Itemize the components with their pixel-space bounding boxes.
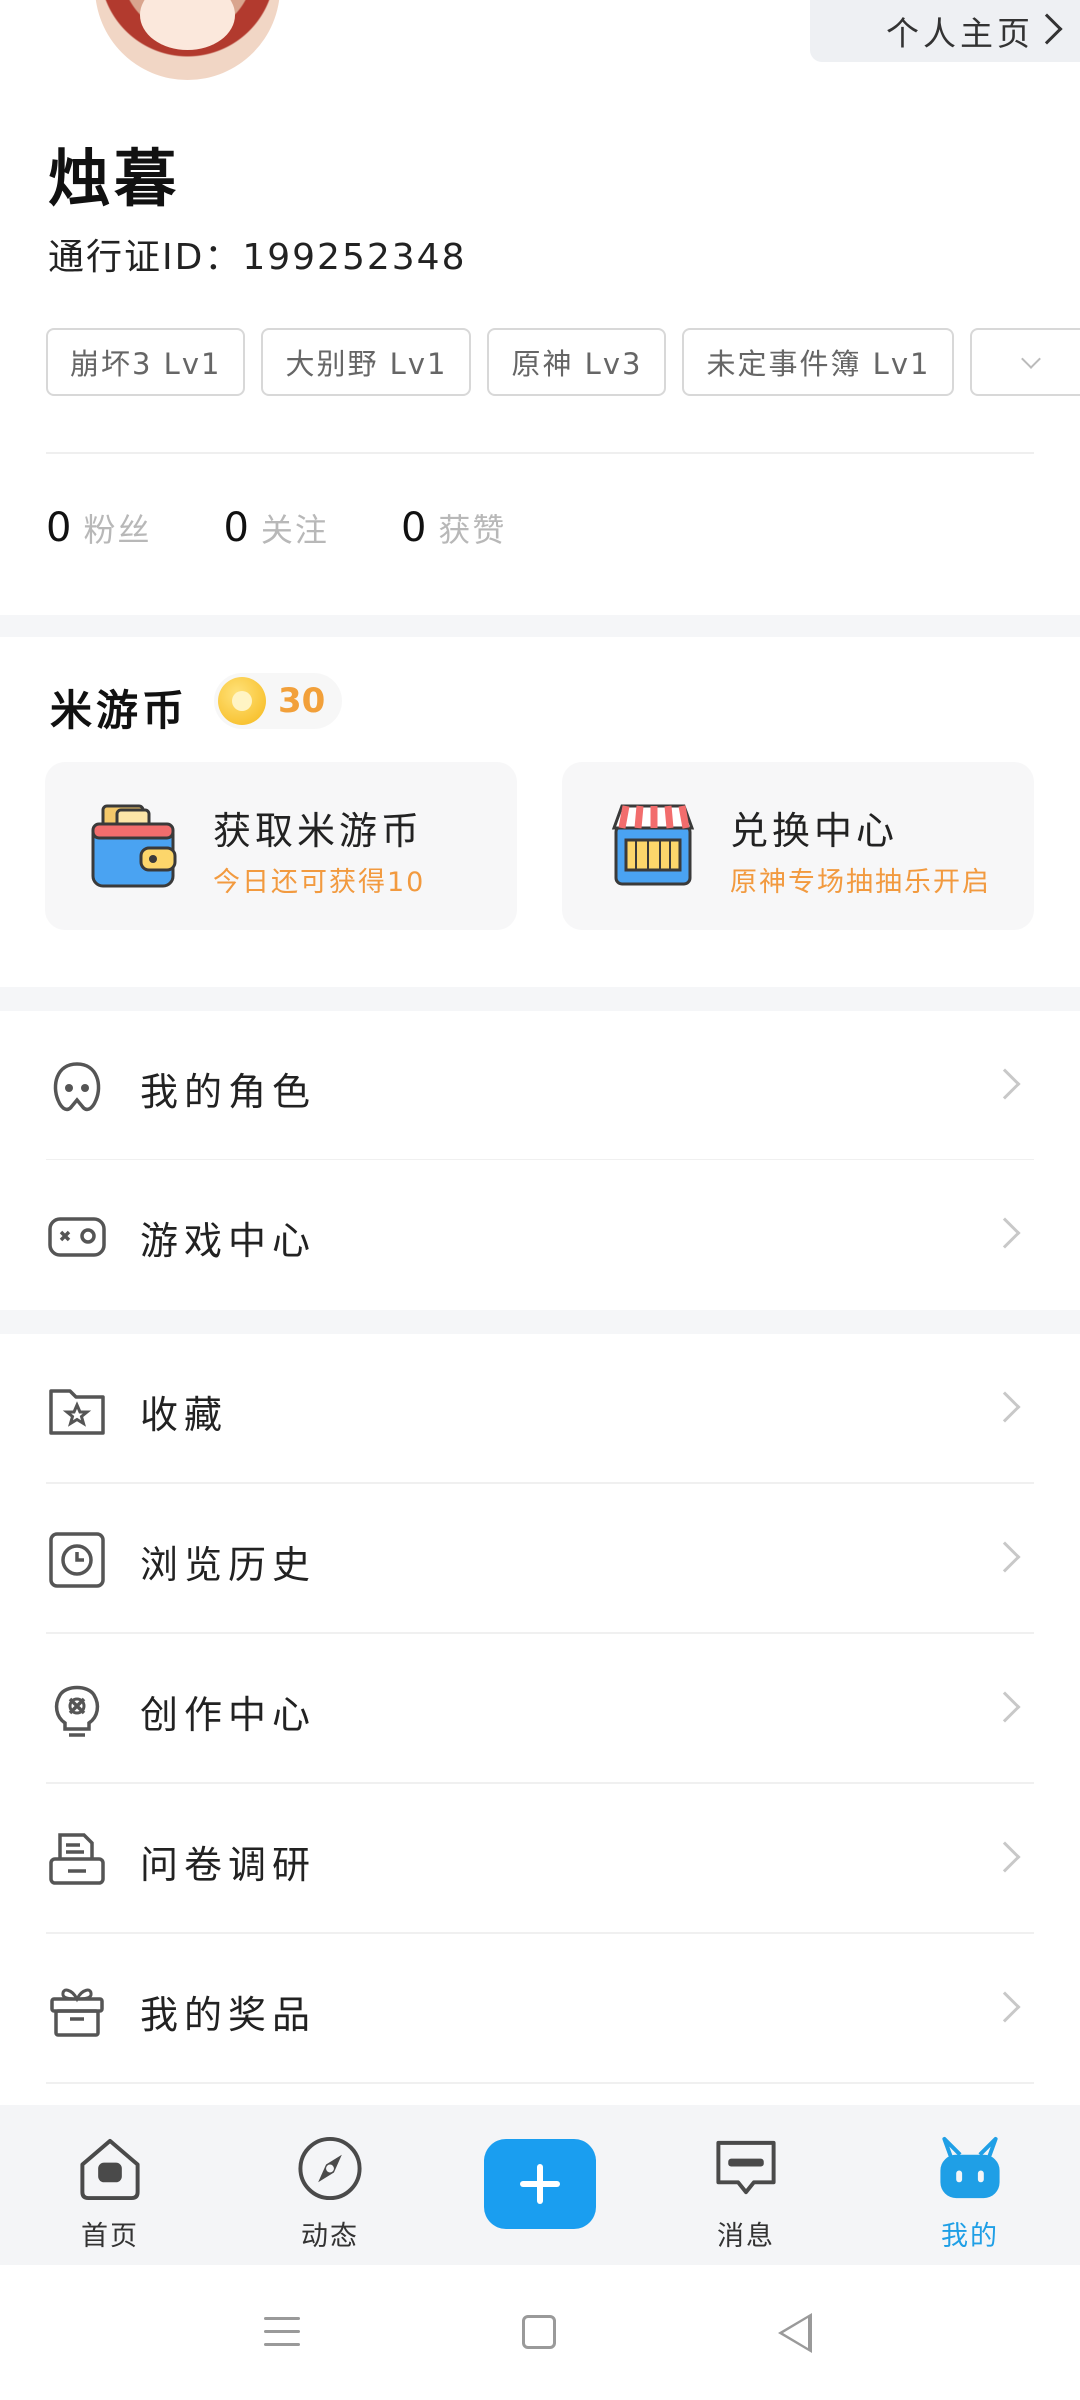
- nav-home-label: 首页: [81, 2221, 139, 2252]
- shop-icon: [611, 804, 695, 886]
- nav-messages-label: 消息: [717, 2221, 775, 2252]
- stat-likes[interactable]: 0 获赞: [401, 505, 506, 551]
- star-folder-icon: [49, 1389, 105, 1435]
- chevron-right-icon: [989, 1991, 1021, 2023]
- personal-homepage-button[interactable]: 个人主页: [810, 0, 1080, 62]
- avatar-face: [140, 0, 235, 50]
- exchange-center-card[interactable]: 兑换中心 原神专场抽抽乐开启: [562, 762, 1034, 930]
- create-post-button[interactable]: [484, 2139, 596, 2229]
- plus-icon-vertical: [537, 2164, 543, 2204]
- menu-item-creator-center[interactable]: 创作中心: [0, 1634, 1080, 1784]
- stat-following-count: 0: [223, 505, 249, 551]
- divider: [46, 2082, 1034, 2084]
- menu-item-browse-history[interactable]: 浏览历史: [0, 1484, 1080, 1634]
- menu-item-label: 收藏: [140, 1393, 229, 1437]
- chevron-right-icon: [989, 1217, 1021, 1249]
- profile-stats: 0 粉丝 0 关注 0 获赞: [46, 505, 506, 551]
- survey-icon: [49, 1833, 105, 1885]
- nav-me-label: 我的: [941, 2221, 999, 2252]
- expand-tags-button[interactable]: [970, 328, 1080, 396]
- nav-me[interactable]: 我的: [910, 2133, 1030, 2253]
- home-square-icon[interactable]: [522, 2315, 556, 2349]
- stat-likes-count: 0: [400, 505, 427, 551]
- menu-item-label: 我的角色: [140, 1070, 317, 1114]
- chevron-right-icon: [989, 1068, 1021, 1100]
- avatar[interactable]: [95, 0, 280, 80]
- get-coins-subtitle: 今日还可获得10: [213, 867, 426, 898]
- menu-item-game-center[interactable]: 游戏中心: [0, 1160, 1080, 1310]
- passport-id: 通行证ID：199252348: [48, 237, 467, 278]
- chevron-right-icon: [989, 1541, 1021, 1573]
- coin-section-title: 米游币: [50, 686, 189, 735]
- stat-likes-label: 获赞: [438, 511, 507, 549]
- exchange-center-title: 兑换中心: [730, 809, 899, 853]
- stat-followers-count: 0: [46, 505, 72, 551]
- chevron-right-icon: [1031, 13, 1063, 45]
- chevron-right-icon: [989, 1391, 1021, 1423]
- home-icon: [80, 2138, 140, 2201]
- clock-icon: [49, 1532, 105, 1588]
- game-level-tags: 崩坏3 Lv1 大别野 Lv1 原神 Lv3 未定事件簿 Lv1: [46, 328, 1080, 396]
- menu-item-label: 我的奖品: [140, 1993, 317, 2037]
- menu-item-favorites[interactable]: 收藏: [0, 1334, 1080, 1484]
- gift-icon: [50, 1988, 104, 2037]
- username: 烛暮: [48, 142, 181, 215]
- nav-messages[interactable]: 消息: [686, 2133, 806, 2253]
- nav-feed-label: 动态: [301, 2221, 359, 2252]
- wallet-icon: [91, 804, 177, 888]
- compass-icon: [298, 2136, 362, 2201]
- nav-home[interactable]: 首页: [50, 2133, 170, 2253]
- get-coins-title: 获取米游币: [213, 809, 424, 853]
- menu-item-label: 游戏中心: [140, 1219, 317, 1263]
- coin-section: 米游币 30 获取米游币 今日还可获得10 兑换中心 原神专场抽抽乐开启: [0, 637, 1080, 987]
- character-icon: [53, 1062, 101, 1112]
- section-gap: [0, 987, 1080, 1011]
- stat-following[interactable]: 0 关注: [223, 505, 328, 551]
- menu-item-label: 问卷调研: [140, 1843, 317, 1887]
- coin-count: 30: [278, 681, 326, 721]
- mascot-icon: [940, 2136, 1000, 2199]
- recent-apps-icon[interactable]: [264, 2317, 300, 2347]
- back-triangle-icon[interactable]: [778, 2313, 812, 2353]
- chevron-right-icon: [989, 1691, 1021, 1723]
- system-navigation-bar: [0, 2265, 1080, 2400]
- section-gap: [0, 1310, 1080, 1334]
- menu-item-survey[interactable]: 问卷调研: [0, 1784, 1080, 1934]
- gamepad-icon: [48, 1217, 106, 1257]
- message-icon: [716, 2140, 776, 2195]
- divider: [46, 452, 1034, 454]
- menu-item-label: 浏览历史: [140, 1543, 317, 1587]
- coin-balance[interactable]: 30: [214, 673, 342, 729]
- tag-tears-of-themis[interactable]: 未定事件簿 Lv1: [682, 328, 955, 396]
- tag-dabieye[interactable]: 大别野 Lv1: [261, 328, 472, 396]
- stat-followers-label: 粉丝: [83, 511, 152, 549]
- get-coins-card[interactable]: 获取米游币 今日还可获得10: [45, 762, 517, 930]
- menu-item-my-prizes[interactable]: 我的奖品: [0, 1934, 1080, 2084]
- stat-following-label: 关注: [260, 511, 329, 549]
- chevron-down-icon: [1021, 349, 1042, 369]
- nav-feed[interactable]: 动态: [270, 2133, 390, 2253]
- stat-followers[interactable]: 0 粉丝: [46, 505, 151, 551]
- tag-genshin[interactable]: 原神 Lv3: [487, 328, 667, 396]
- tag-honkai3[interactable]: 崩坏3 Lv1: [46, 328, 246, 396]
- bottom-navigation: 首页 动态 消息 我的: [0, 2105, 1080, 2265]
- chevron-right-icon: [989, 1841, 1021, 1873]
- personal-homepage-label: 个人主页: [886, 14, 1034, 53]
- lightbulb-icon: [54, 1685, 100, 1737]
- menu-item-my-characters[interactable]: 我的角色: [0, 1011, 1080, 1161]
- menu-item-label: 创作中心: [140, 1693, 317, 1737]
- coin-icon: [218, 677, 266, 725]
- exchange-center-subtitle: 原神专场抽抽乐开启: [730, 867, 991, 898]
- profile-header: 个人主页 烛暮 通行证ID：199252348 崩坏3 Lv1 大别野 Lv1 …: [0, 0, 1080, 615]
- section-gap: [0, 615, 1080, 637]
